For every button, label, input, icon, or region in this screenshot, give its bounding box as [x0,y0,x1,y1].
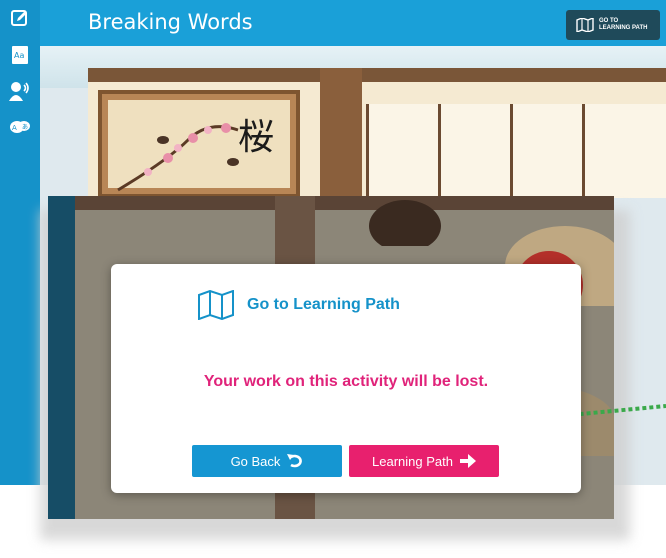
dialog-header: Go to Learning Path [197,288,400,322]
ceiling-beam [75,196,614,210]
speaker-icon[interactable] [9,80,31,102]
dictionary-icon[interactable]: Aa [9,44,31,66]
warning-message: Your work on this activity will be lost. [203,373,489,390]
wooden-pillar [320,68,362,198]
go-back-button[interactable]: Go Back [192,445,342,477]
go-to-learning-path-button[interactable]: GO TO LEARNING PATH [566,10,660,40]
map-icon [576,18,594,32]
foreground-sidebar [48,196,75,519]
ceiling-beam [88,68,666,82]
learning-path-button[interactable]: Learning Path [349,445,499,477]
undo-icon [287,454,303,468]
activity-title: Breaking Words [88,10,253,34]
japanese-room-scene: 桜 [88,68,666,198]
svg-text:A: A [12,124,17,132]
kanji-character: 桜 [238,117,275,158]
title-bar: Breaking Words GO TO LEARNING PATH [40,0,666,46]
map-icon [198,290,234,320]
go-back-label: Go Back [230,453,281,469]
shoji-panel [510,104,583,198]
learning-path-label: Learning Path [372,453,453,469]
go-to-learning-path-label: GO TO LEARNING PATH [599,18,648,31]
shoji-panel [582,104,666,198]
character-hair [369,200,441,246]
svg-text:Aa: Aa [14,51,24,60]
svg-text:あ: あ [22,124,28,131]
dialog-title: Go to Learning Path [247,296,400,313]
shoji-panel [366,104,439,198]
edit-icon[interactable] [9,7,31,29]
shoji-panel [438,104,511,198]
arrow-right-icon [459,454,476,468]
tool-sidebar: Aa Aあ [0,0,40,485]
confirm-dialog: Go to Learning Path Your work on this ac… [111,264,581,493]
translate-icon[interactable]: Aあ [9,116,31,138]
